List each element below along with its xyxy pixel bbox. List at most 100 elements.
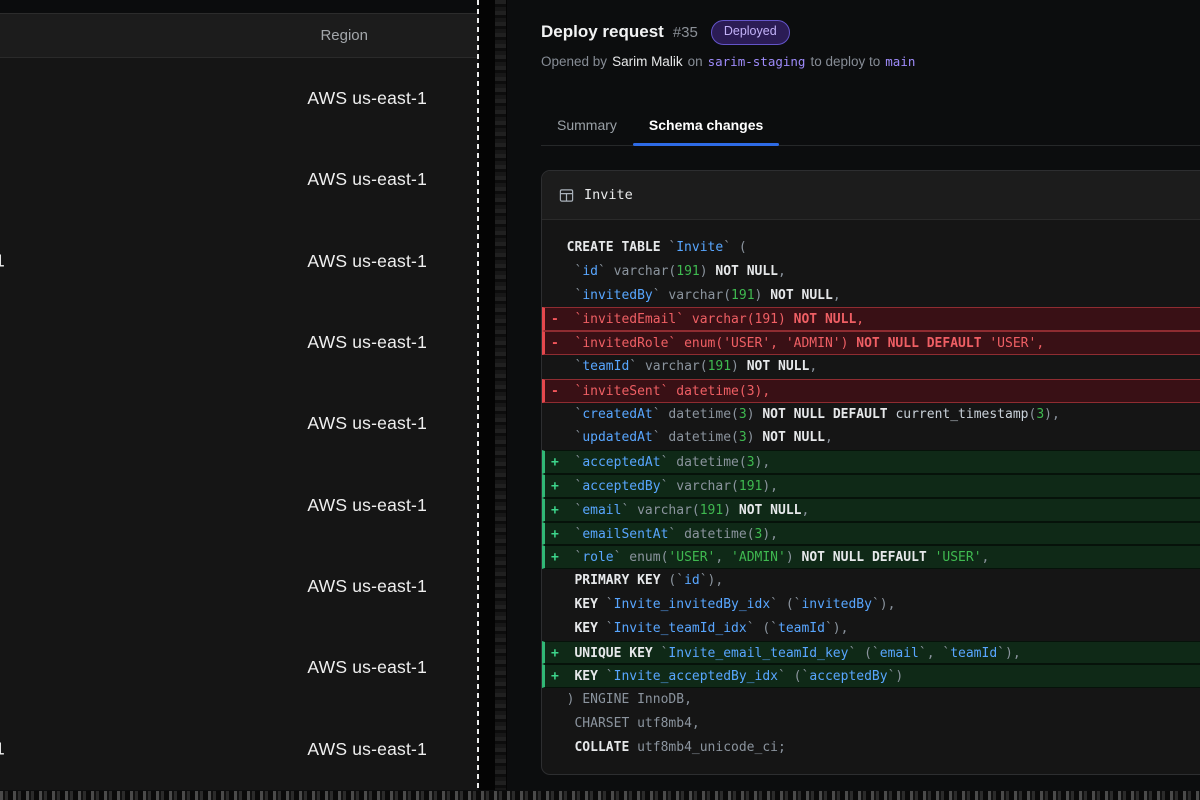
code-token: ` (653, 407, 669, 422)
code-token: 3 (739, 430, 747, 445)
code-token: role (582, 550, 613, 565)
code-token: ` (` (747, 621, 778, 636)
code-token: , (770, 336, 786, 351)
left-table-top-strip (0, 0, 478, 13)
region-cell: AWS us-east-1 (307, 169, 427, 190)
code-token: email (582, 503, 621, 518)
table-row[interactable]: 1AWS us-east-1 (0, 708, 478, 789)
code-token: , (856, 312, 864, 327)
code-token: datetime (668, 430, 731, 445)
code-token: ` (598, 621, 614, 636)
diff-sign: + (551, 479, 574, 494)
source-branch-link[interactable]: sarim-staging (708, 54, 806, 69)
code-token: acceptedBy (809, 669, 887, 684)
code-token: DEFAULT (872, 550, 927, 565)
code-token: varchar (692, 312, 747, 327)
code-token: CHARSET (574, 716, 629, 731)
code-token: ` (598, 669, 614, 684)
deploy-request-header: Deploy request #35 Deployed Opened by Sa… (507, 0, 1200, 146)
diff-sign (551, 288, 574, 303)
diff-sign (551, 597, 574, 612)
code-line-normal: ) ENGINE InnoDB, (542, 688, 1200, 712)
code-token: ) (778, 312, 794, 327)
code-token: varchar (637, 503, 692, 518)
code-line-added: + `role` enum('USER', 'ADMIN') NOT NULL … (542, 545, 1200, 569)
diff-sign: + (551, 455, 574, 470)
left-table-body: AWS us-east-1AWS us-east-11AWS us-east-1… (0, 58, 478, 790)
code-line-normal: `createdAt` datetime(3) NOT NULL DEFAULT… (542, 403, 1200, 427)
schema-diff-card: Invite CREATE TABLE `Invite` ( `id` varc… (541, 170, 1200, 775)
table-row[interactable]: AWS us-east-1 (0, 627, 478, 708)
code-line-added: + UNIQUE KEY `Invite_email_teamId_key` (… (542, 641, 1200, 665)
table-name: Invite (584, 187, 633, 203)
code-line-normal: PRIMARY KEY (`id`), (542, 569, 1200, 593)
code-token: , (825, 430, 833, 445)
code-token: KEY (574, 597, 597, 612)
code-token: Invite_acceptedBy_idx (614, 669, 778, 684)
code-token: NOT NULL (794, 312, 857, 327)
table-row[interactable]: AWS us-east-1 (0, 546, 478, 627)
table-row[interactable]: AWS us-east-1 (0, 302, 478, 383)
code-token: ( (700, 359, 708, 374)
on-text: on (688, 54, 703, 69)
code-token: ( (723, 288, 731, 303)
status-badge: Deployed (711, 20, 790, 45)
code-token: varchar (645, 359, 700, 374)
region-cell: AWS us-east-1 (307, 88, 427, 109)
code-token: 191 (731, 288, 754, 303)
table-row[interactable]: AWS us-east-1 (0, 58, 478, 139)
code-token: CREATE TABLE (567, 240, 661, 255)
code-line-added: + `emailSentAt` datetime(3), (542, 522, 1200, 546)
code-token: ( (731, 407, 739, 422)
code-token: email (880, 646, 919, 661)
code-token: 'USER' (723, 336, 770, 351)
code-line-added: + `email` varchar(191) NOT NULL, (542, 498, 1200, 522)
target-branch-link[interactable]: main (885, 54, 915, 69)
code-token: ` (598, 597, 614, 612)
code-token: NOT NULL (770, 288, 833, 303)
code-token: ) (786, 550, 802, 565)
code-token: KEY (574, 669, 597, 684)
code-token: ) (731, 359, 747, 374)
code-token: invitedEmail (582, 312, 676, 327)
diff-sign: + (551, 527, 574, 542)
deploy-request-title-row: Deploy request #35 Deployed (541, 20, 1200, 45)
torn-edge-vertical-2 (495, 0, 506, 790)
page-title: Deploy request (541, 22, 664, 42)
code-line-normal: COLLATE utf8mb4_unicode_ci; (542, 736, 1200, 760)
code-token: 191 (755, 312, 778, 327)
code-token: ` (621, 503, 637, 518)
tab-summary[interactable]: Summary (541, 109, 633, 145)
code-token: ` (598, 264, 614, 279)
diff-sign: - (551, 312, 574, 327)
diff-sign (551, 359, 574, 374)
code-token: ( (739, 384, 747, 399)
code-token: inviteSent (582, 384, 660, 399)
code-line-normal: `updatedAt` datetime(3) NOT NULL, (542, 426, 1200, 450)
table-row[interactable]: AWS us-east-1 (0, 139, 478, 220)
code-token: `), (872, 597, 895, 612)
tab-schema-changes[interactable]: Schema changes (633, 109, 779, 145)
code-token: ENGINE (582, 692, 629, 707)
table-row[interactable]: AWS us-east-1 (0, 383, 478, 464)
code-token: id (582, 264, 598, 279)
code-token: ` (653, 646, 669, 661)
code-token: ` (` (778, 669, 809, 684)
code-token: createdAt (582, 407, 652, 422)
clipped-cell-fragment: 1 (0, 251, 5, 272)
table-row[interactable]: 1AWS us-east-1 (0, 221, 478, 302)
code-token: `) (888, 669, 904, 684)
code-token: 'USER' (989, 336, 1036, 351)
code-token: ` (661, 384, 677, 399)
table-row[interactable]: AWS us-east-1 (0, 464, 478, 545)
code-token: acceptedAt (582, 455, 660, 470)
code-token: teamId (778, 621, 825, 636)
code-token: KEY (574, 621, 597, 636)
code-token: NOT NULL (747, 359, 810, 374)
code-token: NOT NULL (739, 503, 802, 518)
deploy-request-subtitle: Opened by Sarim Malik on sarim-staging t… (541, 54, 1200, 69)
code-token: 'ADMIN' (731, 550, 786, 565)
code-token: Invite_invitedBy_idx (614, 597, 771, 612)
region-cell: AWS us-east-1 (307, 576, 427, 597)
code-token: utf8mb4_unicode_ci; (629, 740, 786, 755)
